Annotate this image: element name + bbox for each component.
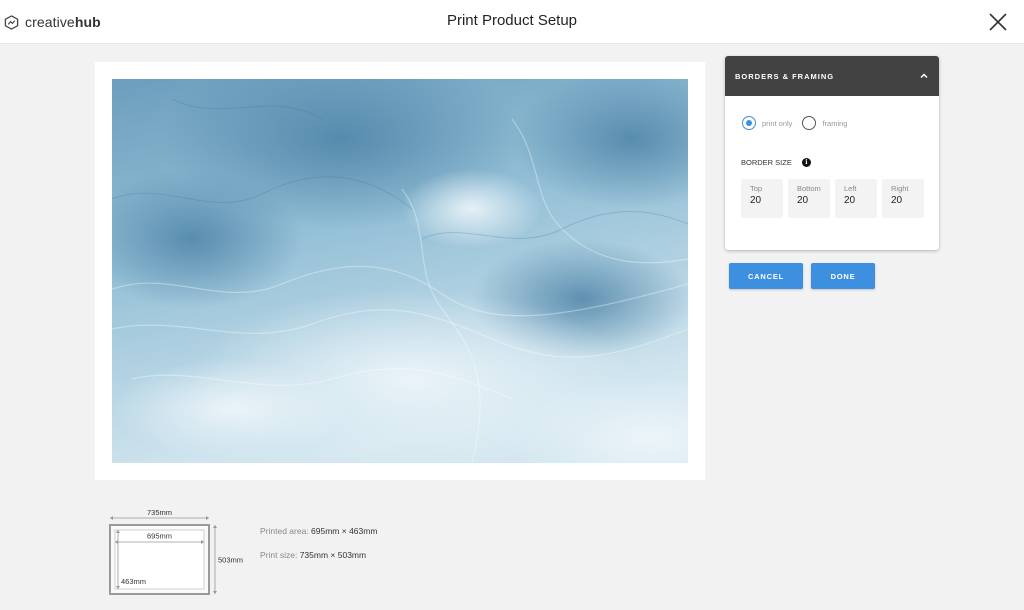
radio-framing[interactable]: framing xyxy=(802,116,847,130)
water-texture-image xyxy=(112,79,688,463)
border-size-heading: BORDER SIZE i xyxy=(741,158,811,167)
border-left-field[interactable]: Left 20 xyxy=(835,179,877,218)
chevron-up-icon[interactable] xyxy=(919,71,929,81)
border-size-fields: Top 20 Bottom 20 Left 20 Right 20 xyxy=(741,179,929,218)
panel-header[interactable]: BORDERS & FRAMING xyxy=(725,56,939,96)
size-diagram: 735mm 695mm 463mm 503mm xyxy=(109,508,243,595)
border-bottom-value[interactable]: 20 xyxy=(797,195,830,206)
printed-area-value: 695mm × 463mm xyxy=(311,526,378,536)
radio-print-only-label: print only xyxy=(762,118,793,128)
border-top-field[interactable]: Top 20 xyxy=(741,179,783,218)
done-button[interactable]: DONE xyxy=(811,263,875,289)
radio-print-only-circle[interactable] xyxy=(742,116,756,130)
page-title: Print Product Setup xyxy=(446,12,578,29)
border-right-field[interactable]: Right 20 xyxy=(882,179,924,218)
panel-title: BORDERS & FRAMING xyxy=(735,71,835,81)
info-icon[interactable]: i xyxy=(801,158,811,167)
radio-framing-circle[interactable] xyxy=(802,116,817,130)
artwork-image xyxy=(112,79,688,463)
top-bar: creativehub Print Product Setup xyxy=(0,0,1024,44)
framing-options: print only framing xyxy=(742,116,857,130)
radio-framing-label: framing xyxy=(822,118,848,128)
radio-print-only[interactable]: print only xyxy=(742,116,792,130)
inner-height-label: 463mm xyxy=(121,577,146,586)
outer-height-label: 503mm xyxy=(218,556,243,565)
printed-area-info: Printed area: 695mm × 463mm xyxy=(260,526,377,536)
border-top-label: Top xyxy=(750,184,763,193)
borders-framing-panel: BORDERS & FRAMING print only framing BOR… xyxy=(725,56,939,250)
border-left-label: Left xyxy=(844,184,857,193)
print-size-info: Print size: 735mm × 503mm xyxy=(260,550,366,560)
print-size-label: Print size: xyxy=(260,550,298,560)
print-preview xyxy=(95,62,705,480)
border-right-label: Right xyxy=(891,184,909,193)
border-top-value[interactable]: 20 xyxy=(750,195,783,206)
border-size-label: BORDER SIZE xyxy=(741,158,792,167)
close-icon[interactable] xyxy=(988,12,1008,32)
cancel-button[interactable]: CANCEL xyxy=(729,263,803,289)
outer-width-label: 735mm xyxy=(147,508,172,517)
border-bottom-field[interactable]: Bottom 20 xyxy=(788,179,830,218)
border-left-value[interactable]: 20 xyxy=(844,195,877,206)
border-right-value[interactable]: 20 xyxy=(891,195,924,206)
print-size-value: 735mm × 503mm xyxy=(299,550,367,560)
printed-area-label: Printed area: xyxy=(260,526,309,536)
inner-width-label: 695mm xyxy=(147,532,172,541)
border-bottom-label: Bottom xyxy=(797,184,821,193)
